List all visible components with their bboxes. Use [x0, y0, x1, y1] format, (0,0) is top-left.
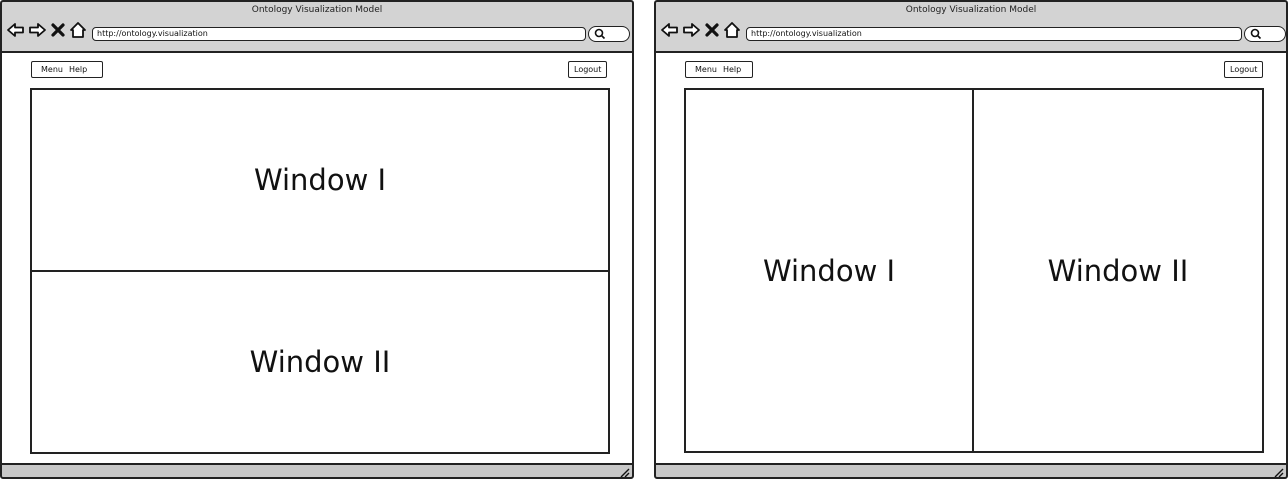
browser-frame — [0, 0, 634, 479]
browser-mockup-side-by-side: Ontology Visualization Model http://onto… — [654, 0, 1288, 479]
browser-frame — [654, 0, 1288, 479]
browser-mockup-stacked: Ontology Visualization Model http://onto… — [0, 0, 634, 479]
